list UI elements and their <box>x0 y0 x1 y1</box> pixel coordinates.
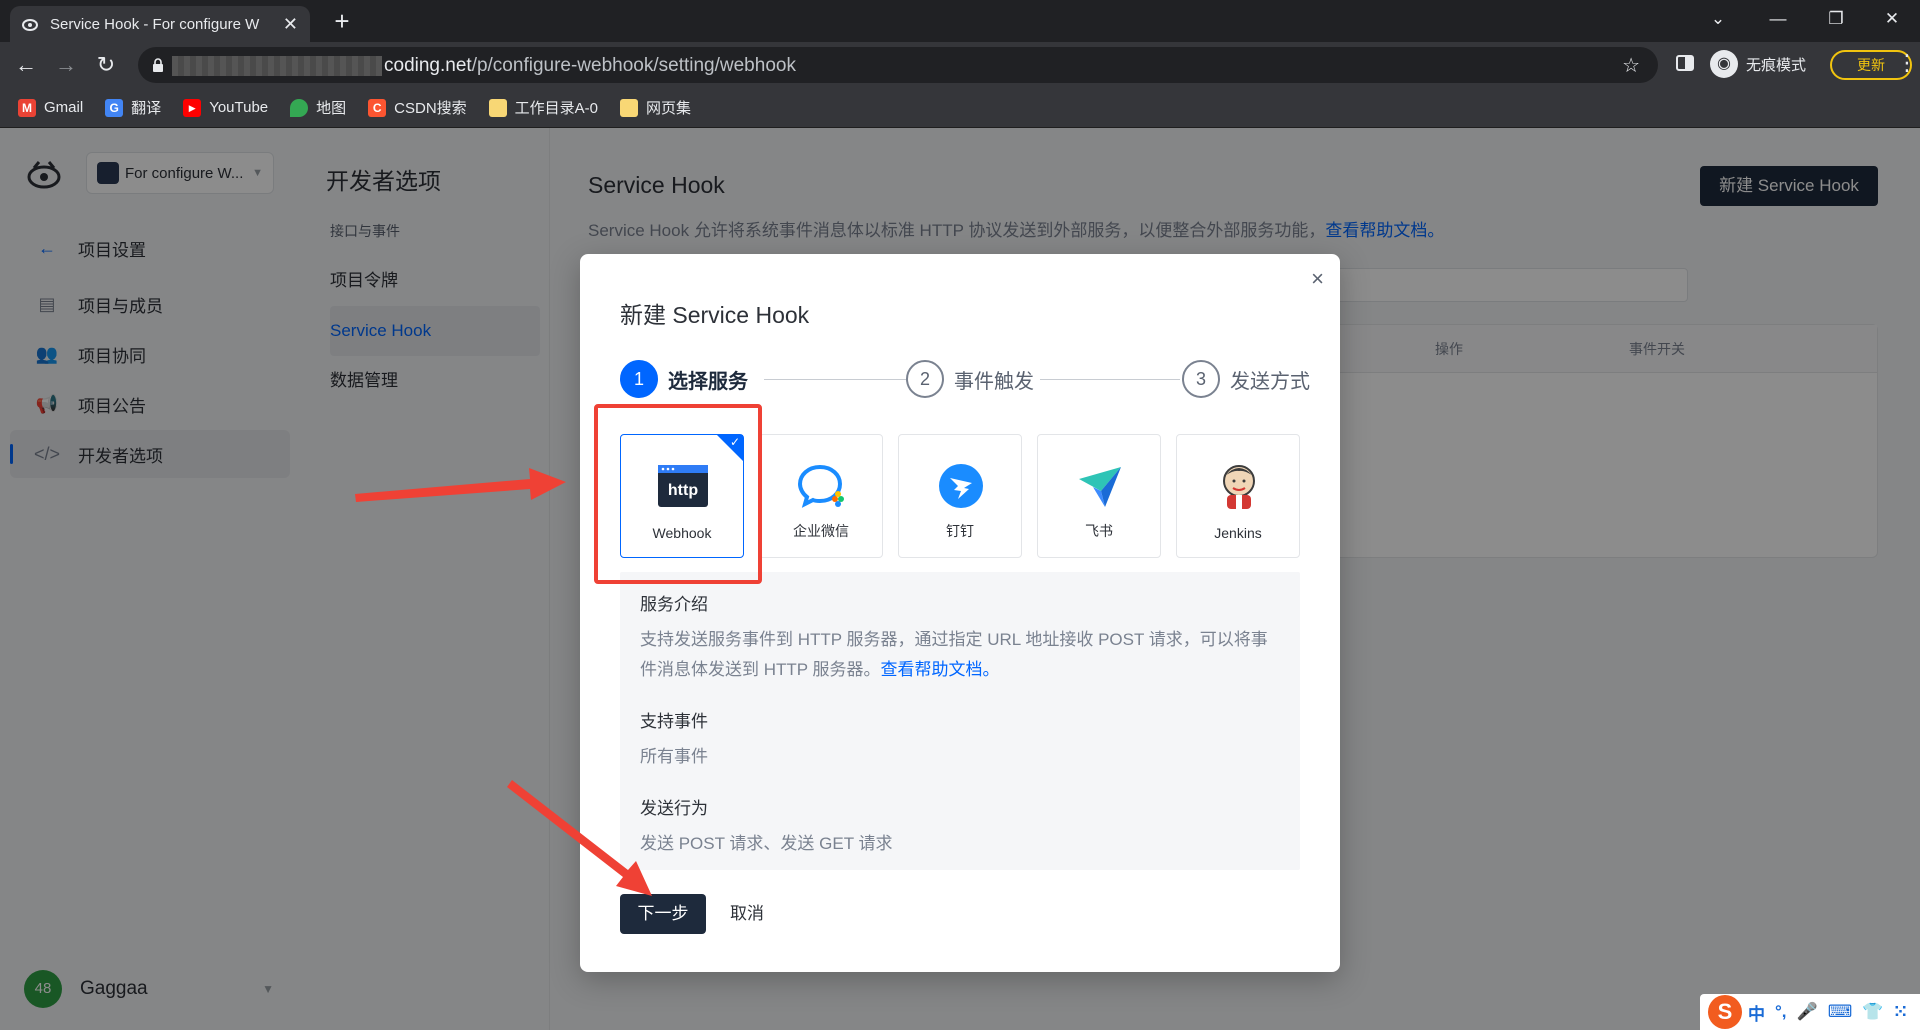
tab-title: Service Hook - For configure W <box>50 15 260 33</box>
bookmark-gmail[interactable]: M Gmail <box>18 98 83 117</box>
events-text: 所有事件 <box>640 747 708 766</box>
folder-icon <box>488 98 507 117</box>
window-close-icon[interactable]: ✕ <box>1864 0 1920 40</box>
step-event-trigger: 2 事件触发 <box>906 360 1034 398</box>
lock-icon <box>153 58 163 72</box>
back-icon[interactable]: ← <box>12 51 40 79</box>
service-wecom[interactable]: 企业微信 <box>759 434 883 558</box>
reload-icon[interactable]: ↻ <box>92 51 120 79</box>
feishu-icon <box>1079 467 1121 507</box>
csdn-icon: C <box>368 98 387 117</box>
ime-mode-chinese[interactable]: 中 <box>1748 1000 1765 1025</box>
incognito-icon: ◉ <box>1710 50 1738 78</box>
annotation-highlight-box <box>594 404 762 584</box>
browser-toolbar: ← → ↻ coding.net/p/configure-webhook/set… <box>0 42 1920 88</box>
step-send-method: 3 发送方式 <box>1182 360 1310 398</box>
browser-tab[interactable]: Service Hook - For configure W ✕ <box>10 6 310 42</box>
bookmark-translate[interactable]: G 翻译 <box>105 97 161 118</box>
service-jenkins[interactable]: Jenkins <box>1176 434 1300 558</box>
bookmarks-bar: M Gmail G 翻译 ▶ YouTube 地图 C CSDN搜索 工作目录A-0 网… <box>0 88 1920 128</box>
intro-text: 支持发送服务事件到 HTTP 服务器，通过指定 URL 地址接收 POST 请求… <box>640 630 1268 679</box>
tab-search-icon[interactable]: ⌄ <box>1690 0 1746 40</box>
service-dingtalk[interactable]: 钉钉 <box>898 434 1022 558</box>
sidepanel-icon[interactable] <box>1676 54 1694 72</box>
stepper: 1 选择服务 2 事件触发 3 发送方式 <box>620 360 1310 400</box>
tab-close-icon[interactable]: ✕ <box>283 14 298 35</box>
folder-icon <box>620 98 639 117</box>
forward-icon[interactable]: → <box>52 51 80 79</box>
menu-kebab-icon[interactable]: ⋮ <box>1896 50 1918 76</box>
jenkins-icon <box>1223 465 1255 509</box>
ime-punctuation-icon[interactable]: °, <box>1775 1002 1787 1022</box>
step-select-service: 1 选择服务 <box>620 360 748 398</box>
service-info-panel: 服务介绍 支持发送服务事件到 HTTP 服务器，通过指定 URL 地址接收 PO… <box>620 572 1300 870</box>
next-step-button[interactable]: 下一步 <box>620 894 706 934</box>
maps-icon <box>290 98 309 117</box>
help-doc-link[interactable]: 查看帮助文档。 <box>881 660 1000 679</box>
events-heading: 支持事件 <box>640 712 708 731</box>
url-text: coding.net/p/configure-webhook/setting/w… <box>384 55 796 76</box>
sogou-logo-icon[interactable]: S <box>1708 995 1742 1029</box>
bookmark-maps[interactable]: 地图 <box>290 97 346 118</box>
incognito-label: 无痕模式 <box>1746 56 1807 74</box>
address-bar[interactable]: coding.net/p/configure-webhook/setting/w… <box>138 47 1658 83</box>
bookmark-youtube[interactable]: ▶ YouTube <box>183 98 268 117</box>
step-divider <box>764 379 906 380</box>
behavior-text: 发送 POST 请求、发送 GET 请求 <box>640 834 893 853</box>
step-divider <box>1040 379 1180 380</box>
cancel-button[interactable]: 取消 <box>730 894 764 934</box>
translate-icon: G <box>105 98 124 117</box>
ime-microphone-icon[interactable]: 🎤 <box>1797 1002 1818 1022</box>
youtube-icon: ▶ <box>183 98 202 117</box>
new-tab-icon[interactable]: + <box>326 6 358 38</box>
ime-toolbar: S 中 °, 🎤 ⌨ 👕 ⁙ <box>1700 994 1920 1030</box>
intro-heading: 服务介绍 <box>640 595 708 614</box>
ime-keyboard-icon[interactable]: ⌨ <box>1828 1002 1853 1022</box>
coding-favicon-icon <box>22 19 38 31</box>
dialog-title: 新建 Service Hook <box>620 302 810 328</box>
ime-more-icon[interactable]: ⁙ <box>1893 1002 1907 1022</box>
browser-titlebar: Service Hook - For configure W ✕ + ⌄ — ❐… <box>0 0 1920 42</box>
close-icon[interactable]: × <box>1311 266 1324 292</box>
bookmark-csdn[interactable]: C CSDN搜索 <box>368 97 467 118</box>
bookmark-folder-pages[interactable]: 网页集 <box>620 97 691 118</box>
service-feishu[interactable]: 飞书 <box>1037 434 1161 558</box>
new-service-hook-dialog: × 新建 Service Hook 1 选择服务 2 事件触发 3 发送方式 http… <box>580 254 1340 972</box>
incognito-indicator[interactable]: ◉ 无痕模式 <box>1710 50 1806 78</box>
redacted-url-part <box>172 56 382 76</box>
bookmark-folder-work[interactable]: 工作目录A-0 <box>488 97 598 118</box>
wecom-icon <box>797 464 844 508</box>
minimize-icon[interactable]: — <box>1750 0 1806 40</box>
ime-skin-icon[interactable]: 👕 <box>1862 1002 1883 1022</box>
gmail-icon: M <box>18 98 36 117</box>
behavior-heading: 发送行为 <box>640 799 708 818</box>
bookmark-star-icon[interactable]: ☆ <box>1622 53 1640 78</box>
dingtalk-icon <box>939 464 983 508</box>
restore-icon[interactable]: ❐ <box>1808 0 1864 40</box>
